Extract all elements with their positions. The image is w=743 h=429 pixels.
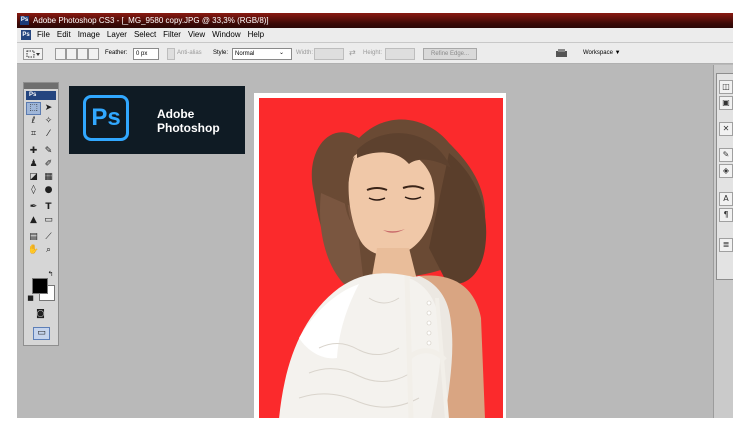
toolbox-grip[interactable] (24, 83, 58, 89)
ps-logo-mark: Ps (83, 95, 129, 141)
panel-dock: ◫ ▣ ✕ ✎ ◈ A ¶ ≣ (716, 73, 733, 280)
new-selection-icon[interactable] (55, 48, 66, 60)
menu-bar: Ps File Edit Image Layer Select Filter V… (17, 28, 733, 43)
lasso-icon[interactable]: ℓ (27, 116, 40, 127)
feather-label: Feather: (105, 50, 128, 56)
notes-icon[interactable]: ▤ (27, 232, 40, 243)
add-selection-icon[interactable] (66, 48, 77, 60)
bridge-icon (556, 49, 567, 57)
swap-colors-icon[interactable]: ↰ (44, 269, 57, 280)
style-label: Style: (213, 50, 229, 56)
eyedropper-icon[interactable]: ⟋ (42, 232, 55, 243)
subtract-selection-icon[interactable] (77, 48, 88, 60)
toolbox-badge[interactable]: Ps (26, 91, 56, 100)
menu-select[interactable]: Select (134, 28, 156, 42)
zoom-icon[interactable]: ⌕ (42, 245, 55, 256)
history-brush-icon[interactable]: ✐ (42, 159, 55, 170)
toolbox: Ps ⬚ ➤ ℓ ✧ ⌗ ⁄ ✚ ✎ ♟ ✐ ◪ ▦ ◊ ● ✒ T ▲ ▭ ▤… (23, 82, 59, 346)
tool-preset-picker[interactable] (23, 48, 43, 60)
antialias-label: Anti-alias (177, 50, 202, 56)
photoshop-window: Ps Adobe Photoshop CS3 - [_MG_9580 copy.… (17, 13, 733, 418)
paragraph-icon[interactable]: ¶ (719, 208, 733, 222)
menu-filter[interactable]: Filter (163, 28, 181, 42)
marquee-preset-icon (26, 50, 40, 58)
menu-layer[interactable]: Layer (107, 28, 127, 42)
width-label: Width: (296, 50, 314, 56)
menu-file[interactable]: File (37, 28, 50, 42)
workspace-button[interactable]: Workspace ▼ (583, 48, 621, 58)
tool-presets-icon[interactable]: ◈ (719, 164, 733, 178)
menu-window[interactable]: Window (212, 28, 240, 42)
eraser-icon[interactable]: ◪ (27, 172, 40, 183)
screen-mode-icon[interactable]: ▭ (33, 327, 50, 340)
navigator-icon[interactable]: ◫ (719, 80, 733, 94)
character-icon[interactable]: A (719, 192, 733, 206)
width-input[interactable] (314, 48, 344, 60)
menu-image[interactable]: Image (78, 28, 100, 42)
window-title: Adobe Photoshop CS3 - [_MG_9580 copy.JPG… (33, 16, 269, 25)
blur-icon[interactable]: ◊ (27, 185, 40, 196)
refine-edge-button[interactable]: Refine Edge... (423, 48, 477, 60)
foreground-color-swatch[interactable] (32, 278, 48, 294)
path-select-icon[interactable]: ▲ (27, 215, 40, 226)
ps-menu-badge[interactable]: Ps (21, 30, 31, 40)
brush-icon[interactable]: ✎ (42, 146, 55, 157)
logo-text-adobe: Adobe (157, 107, 195, 121)
photoshop-logo: Ps Adobe Photoshop (69, 86, 245, 154)
options-bar: Feather: 0 px Anti-alias Style: Normal ⌄… (17, 43, 733, 64)
healing-icon[interactable]: ✚ (27, 146, 40, 157)
crop-icon[interactable]: ⌗ (27, 129, 40, 140)
move-icon[interactable]: ➤ (42, 103, 55, 114)
document-window[interactable] (254, 93, 506, 418)
antialias-checkbox[interactable] (167, 48, 175, 60)
actions-icon[interactable]: ✕ (719, 122, 733, 136)
feather-input[interactable]: 0 px (133, 48, 159, 60)
marquee-icon[interactable]: ⬚ (26, 102, 41, 115)
slice-icon[interactable]: ⁄ (42, 129, 55, 140)
layers-icon[interactable]: ≣ (719, 238, 733, 252)
intersect-selection-icon[interactable] (88, 48, 99, 60)
menu-edit[interactable]: Edit (57, 28, 71, 42)
pen-icon[interactable]: ✒ (27, 202, 40, 213)
chevron-down-icon: ⌄ (279, 50, 285, 56)
default-colors-icon[interactable]: ■ (24, 293, 37, 304)
clone-stamp-icon[interactable]: ♟ (27, 159, 40, 170)
file-browser-icon[interactable] (555, 48, 569, 58)
shape-icon[interactable]: ▭ (42, 215, 55, 226)
menu-help[interactable]: Help (248, 28, 264, 42)
swap-icon[interactable]: ⇄ (349, 48, 356, 58)
hand-icon[interactable]: ✋ (27, 245, 40, 256)
dodge-icon[interactable]: ● (42, 185, 55, 196)
document-canvas[interactable] (259, 98, 503, 418)
height-input[interactable] (385, 48, 415, 60)
gradient-icon[interactable]: ▦ (42, 172, 55, 183)
history-icon[interactable]: ▣ (719, 96, 733, 110)
brushes-icon[interactable]: ✎ (719, 148, 733, 162)
type-icon[interactable]: T (42, 202, 55, 213)
style-value: Normal (235, 51, 255, 57)
menu-view[interactable]: View (188, 28, 205, 42)
portrait-photo (279, 119, 487, 418)
magic-wand-icon[interactable]: ✧ (42, 116, 55, 127)
logo-text-photoshop: Photoshop (157, 121, 220, 135)
height-label: Height: (363, 50, 383, 56)
title-bar: Ps Adobe Photoshop CS3 - [_MG_9580 copy.… (17, 13, 733, 28)
app-icon: Ps (20, 16, 29, 25)
quick-mask-icon[interactable]: ◙ (34, 309, 47, 320)
